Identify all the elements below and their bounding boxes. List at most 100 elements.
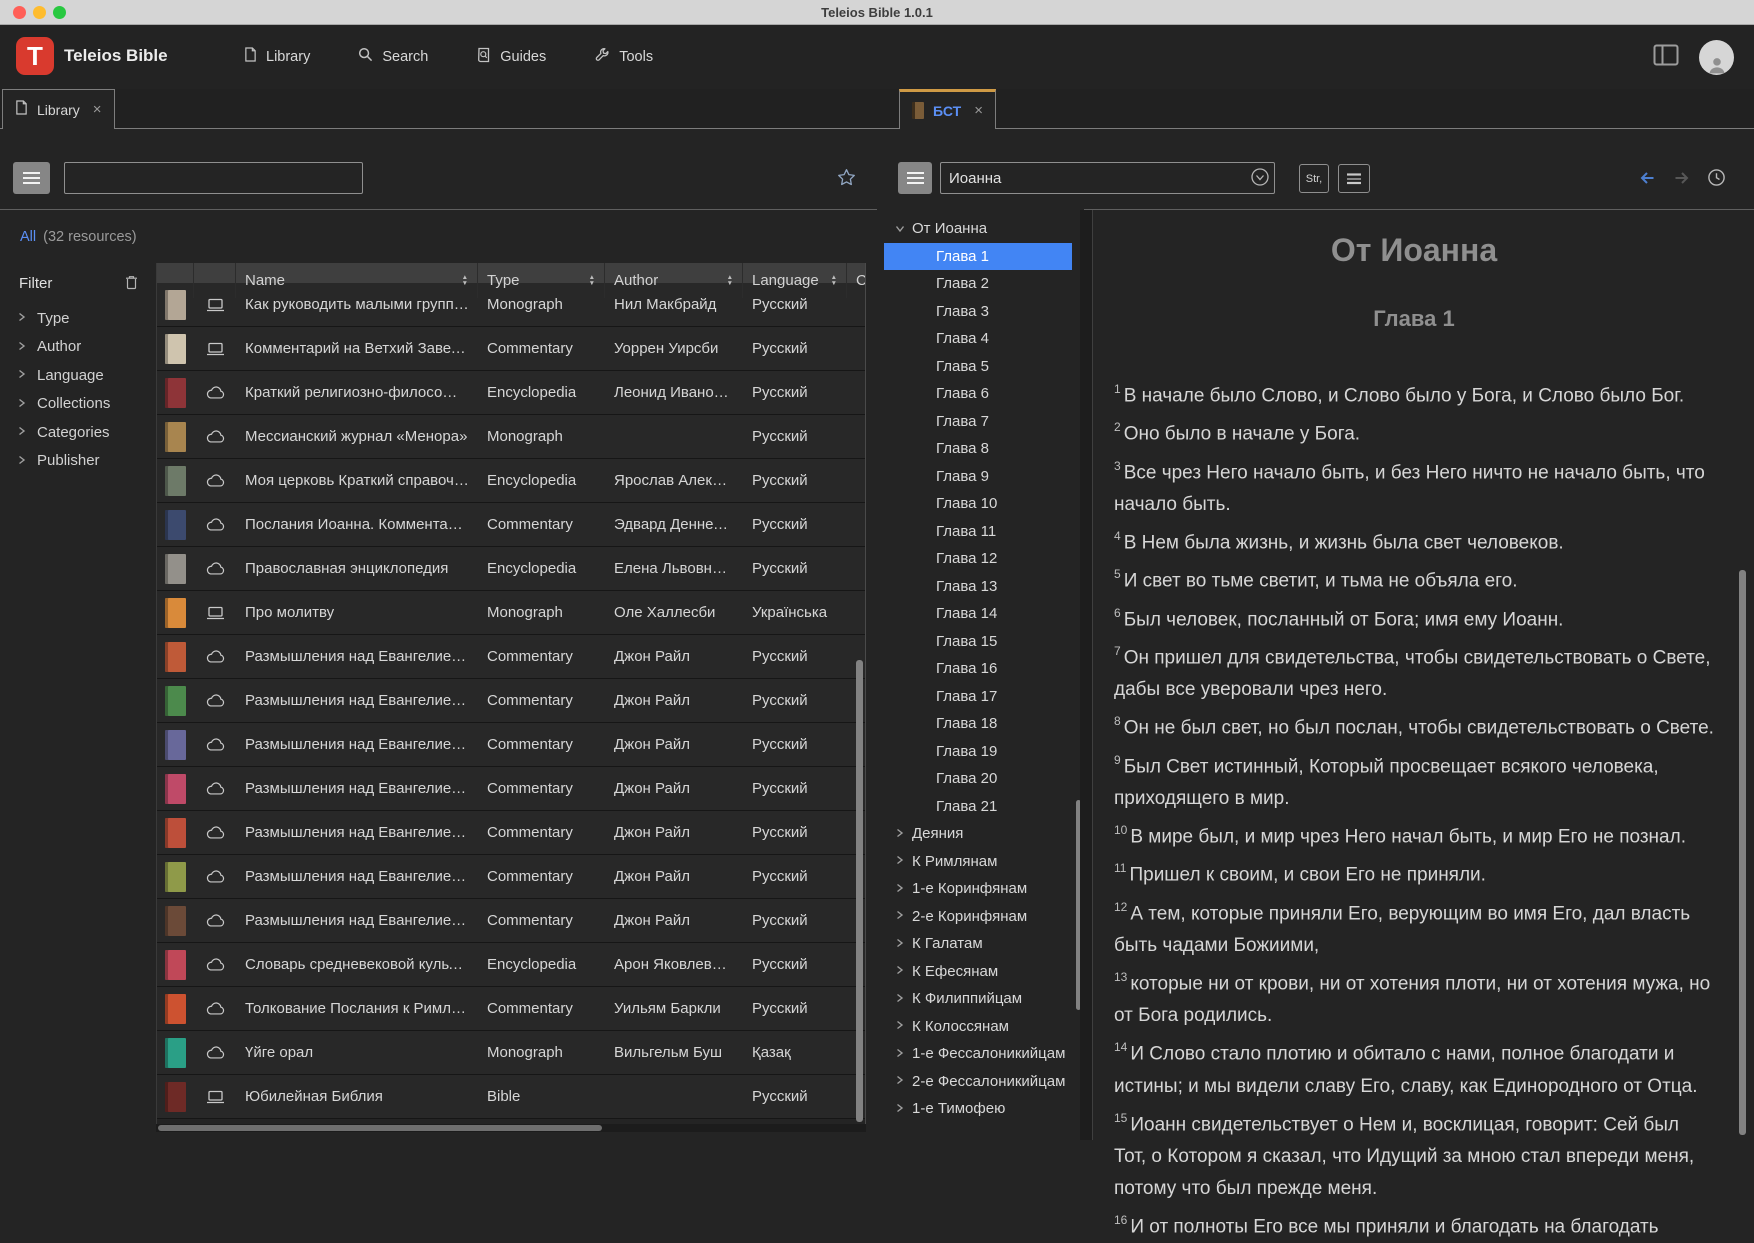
chevron-right-icon — [17, 309, 26, 327]
table-row[interactable]: Үйге оралMonographВильгельм БушҚазақ — [157, 1031, 866, 1075]
clear-filter-trash-icon[interactable] — [125, 275, 138, 295]
table-row[interactable]: Моя церковь Краткий справочни...Encyclop… — [157, 459, 866, 503]
device-icon — [194, 606, 236, 620]
forward-arrow-icon[interactable] — [1672, 169, 1692, 192]
table-row[interactable]: Про молитвуMonographОле ХаллесбиУкраїнсь… — [157, 591, 866, 635]
table-row[interactable]: Православная энциклопедияEncyclopediaЕле… — [157, 547, 866, 591]
bible-menu-button[interactable] — [898, 162, 932, 194]
close-icon[interactable]: × — [974, 102, 983, 119]
sort-arrows-icon[interactable]: ▲▼ — [462, 275, 468, 286]
input-dropdown-icon[interactable] — [1250, 167, 1270, 192]
back-arrow-icon[interactable] — [1637, 169, 1657, 192]
sort-arrows-icon[interactable]: ▲▼ — [589, 275, 595, 286]
tree-chapter-item[interactable]: Глава 6 — [877, 380, 1077, 408]
tree-book-item[interactable]: К Колоссянам — [877, 1013, 1077, 1041]
tree-chapter-item[interactable]: Глава 12 — [877, 545, 1077, 573]
tree-chapter-item[interactable]: Глава 15 — [877, 628, 1077, 656]
tree-chapter-item[interactable]: Глава 8 — [877, 435, 1077, 463]
tree-chapter-item[interactable]: Глава 7 — [877, 408, 1077, 436]
history-clock-icon[interactable] — [1707, 168, 1726, 192]
filter-group-categories[interactable]: Categories — [17, 421, 147, 443]
table-row[interactable]: Юбилейная БиблияBibleРусский — [157, 1075, 866, 1119]
tree-chapter-item[interactable]: Глава 11 — [877, 518, 1077, 546]
tree-chapter-item[interactable]: Глава 16 — [877, 655, 1077, 683]
cell-name: Размышления над Евангелием о... — [236, 780, 478, 797]
tree-chapter-item[interactable]: Глава 9 — [877, 463, 1077, 491]
library-search-input[interactable] — [64, 162, 363, 194]
cell-name: Послания Иоанна. Комментарии... — [236, 516, 478, 533]
tree-chapter-item[interactable]: Глава 21 — [877, 793, 1077, 821]
tree-book-item[interactable]: К Галатам — [877, 930, 1077, 958]
cell-author: Уоррен Уирсби — [605, 340, 743, 357]
table-row[interactable]: Толкование Послания к РимлянамCommentary… — [157, 987, 866, 1031]
table-row[interactable]: Послания Иоанна. Комментарии...Commentar… — [157, 503, 866, 547]
tree-book-item[interactable]: 2-е Фессалоникийцам — [877, 1068, 1077, 1096]
scope-all-link[interactable]: All — [20, 229, 36, 245]
table-vertical-scrollbar[interactable] — [856, 660, 863, 1122]
sort-arrows-icon[interactable]: ▲▼ — [831, 275, 837, 286]
reader-book-title: От Иоанна — [1114, 232, 1714, 269]
panel-layout-icon[interactable] — [1653, 44, 1679, 71]
column-header-C[interactable]: C — [847, 263, 866, 298]
tree-chapter-item[interactable]: Глава 2 — [877, 270, 1077, 298]
strongs-button[interactable]: Str, — [1299, 164, 1329, 193]
column-header-Author[interactable]: Author▲▼ — [605, 263, 743, 298]
filter-group-language[interactable]: Language — [17, 364, 147, 386]
tree-chapter-item[interactable]: Глава 20 — [877, 765, 1077, 793]
nav-item-search[interactable]: Search — [358, 47, 428, 67]
nav-item-library[interactable]: Library — [244, 47, 310, 67]
tree-book-item[interactable]: К Ефесянам — [877, 958, 1077, 986]
tree-chapter-item[interactable]: Глава 13 — [877, 573, 1077, 601]
reference-input[interactable] — [940, 162, 1275, 194]
table-row[interactable]: Краткий религиозно-философск...Encyclope… — [157, 371, 866, 415]
column-header-Language[interactable]: Language▲▼ — [743, 263, 847, 298]
tree-book-item[interactable]: 1-е Коринфянам — [877, 875, 1077, 903]
table-row[interactable]: Размышления над Евангелием о...Commentar… — [157, 855, 866, 899]
nav-item-guides[interactable]: Guides — [476, 47, 546, 68]
tree-chapter-item[interactable]: Глава 19 — [877, 738, 1077, 766]
tree-book-expanded[interactable]: От Иоанна — [877, 215, 1077, 243]
table-row[interactable]: Размышления над Евангелием о...Commentar… — [157, 767, 866, 811]
filter-group-author[interactable]: Author — [17, 336, 147, 358]
tree-book-item[interactable]: Деяния — [877, 820, 1077, 848]
table-row[interactable]: Размышления над Евангелием о...Commentar… — [157, 899, 866, 943]
tree-book-item[interactable]: 1-е Тимофею — [877, 1095, 1077, 1123]
column-header-Type[interactable]: Type▲▼ — [478, 263, 605, 298]
filter-group-publisher[interactable]: Publisher — [17, 450, 147, 472]
table-row[interactable]: Размышления над Евангелием о...Commentar… — [157, 723, 866, 767]
tree-chapter-item[interactable]: Глава 10 — [877, 490, 1077, 518]
tree-item-label: Глава 3 — [936, 303, 989, 320]
close-icon[interactable]: × — [93, 101, 102, 118]
tree-chapter-item[interactable]: Глава 17 — [877, 683, 1077, 711]
tab-bst[interactable]: БСТ × — [899, 89, 996, 129]
nav-item-tools[interactable]: Tools — [594, 47, 653, 68]
column-header-Name[interactable]: Name▲▼ — [236, 263, 478, 298]
table-row[interactable]: Мессианский журнал «Менора»MonographРусс… — [157, 415, 866, 459]
tree-book-item[interactable]: 1-е Фессалоникийцам — [877, 1040, 1077, 1068]
tree-book-item[interactable]: К Филиппийцам — [877, 985, 1077, 1013]
table-horizontal-scrollbar[interactable] — [158, 1125, 602, 1131]
tree-chapter-item[interactable]: Глава 18 — [877, 710, 1077, 738]
table-row[interactable]: Словарь средневековой культурыEncycloped… — [157, 943, 866, 987]
reader-scrollbar[interactable] — [1739, 570, 1746, 1135]
tab-library[interactable]: Library × — [2, 89, 115, 129]
tree-chapter-item[interactable]: Глава 1 — [884, 243, 1072, 271]
tree-book-item[interactable]: К Римлянам — [877, 848, 1077, 876]
table-row[interactable]: Размышления над Евангелием о...Commentar… — [157, 679, 866, 723]
table-row[interactable]: Размышления над Евангелием о...Commentar… — [157, 811, 866, 855]
tree-chapter-item[interactable]: Глава 4 — [877, 325, 1077, 353]
avatar[interactable] — [1699, 40, 1734, 75]
sort-arrows-icon[interactable]: ▲▼ — [727, 275, 733, 286]
tree-book-item[interactable]: 2-е Коринфянам — [877, 903, 1077, 931]
tree-chapter-item[interactable]: Глава 5 — [877, 353, 1077, 381]
library-menu-button[interactable] — [13, 162, 50, 194]
table-row[interactable]: Комментарий на Ветхий Завет. ...Commenta… — [157, 327, 866, 371]
chevron-right-icon — [895, 990, 904, 1008]
table-row[interactable]: Размышления над Евангелием о...Commentar… — [157, 635, 866, 679]
filter-group-type[interactable]: Type — [17, 307, 147, 329]
filter-group-collections[interactable]: Collections — [17, 393, 147, 415]
tree-chapter-item[interactable]: Глава 14 — [877, 600, 1077, 628]
tree-chapter-item[interactable]: Глава 3 — [877, 298, 1077, 326]
interlinear-view-button[interactable] — [1338, 164, 1370, 193]
favorites-star-icon[interactable] — [837, 168, 856, 191]
